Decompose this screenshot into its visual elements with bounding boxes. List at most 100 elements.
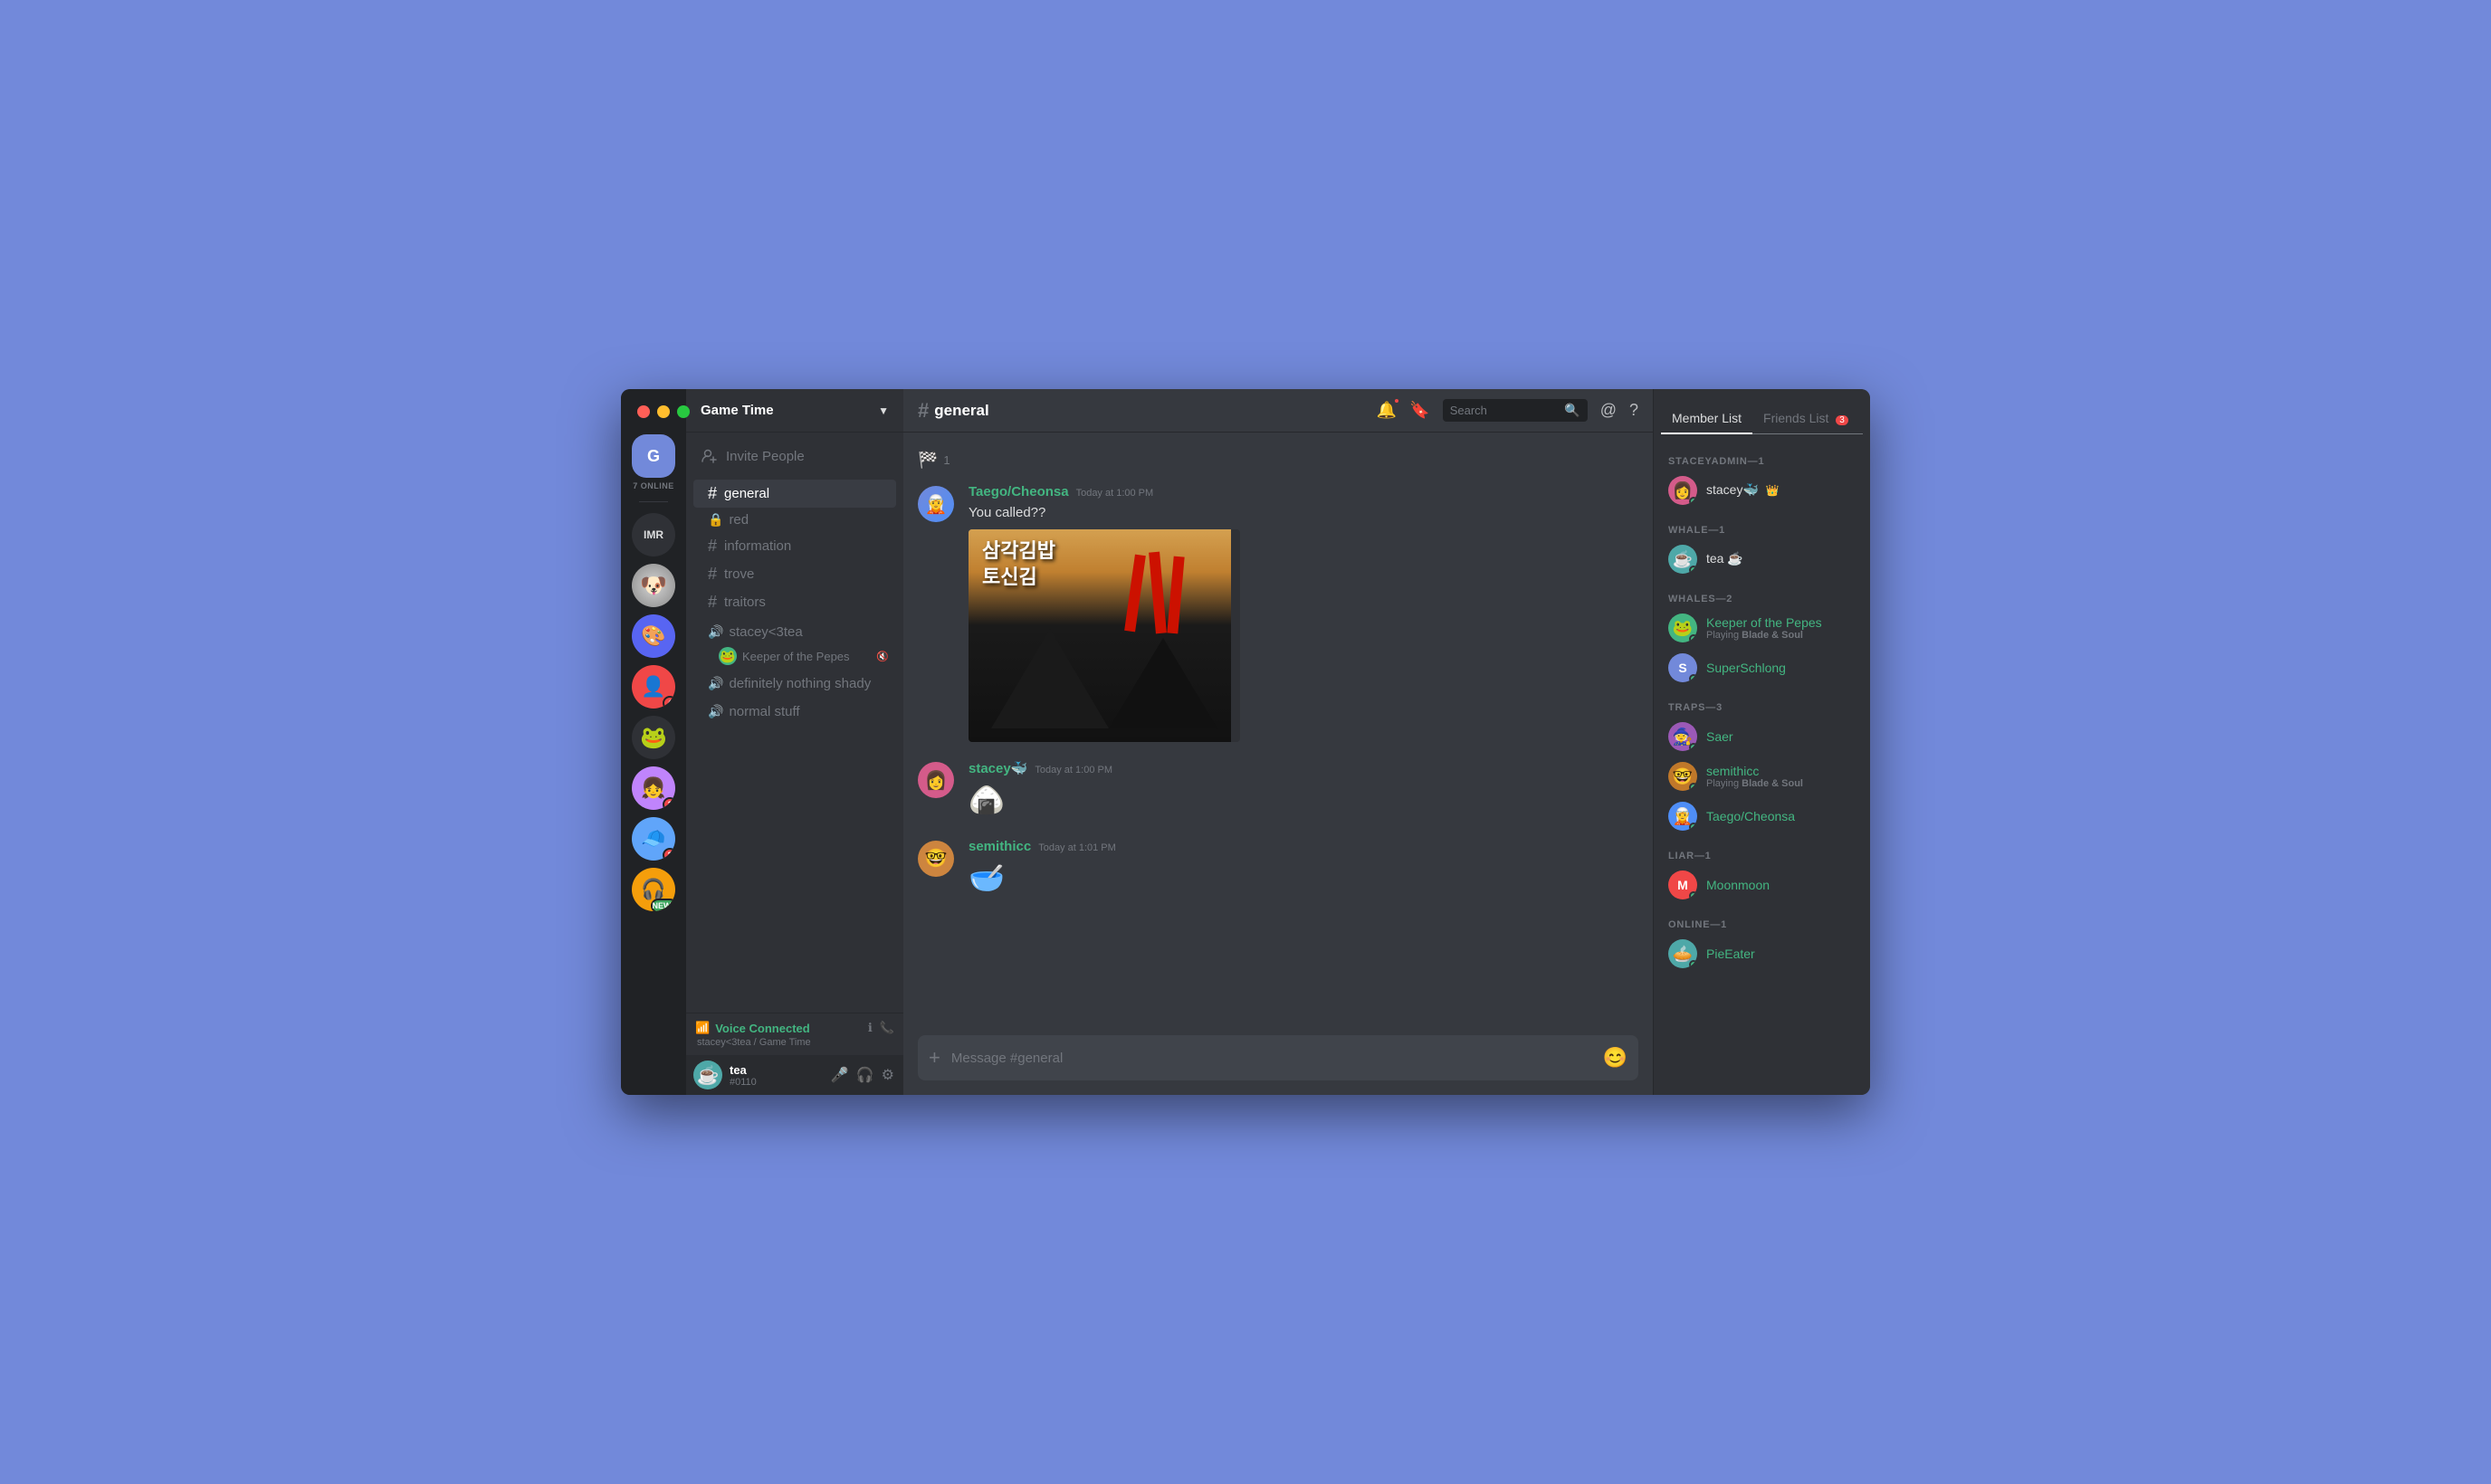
tab-member-list[interactable]: Member List bbox=[1661, 404, 1752, 434]
member-item-semithicc[interactable]: 🤓 semithicc Playing Blade & Soul bbox=[1661, 756, 1863, 796]
invite-icon bbox=[701, 447, 719, 465]
channel-voice-icon: 🔊 bbox=[708, 624, 723, 640]
channel-hash-icon: # bbox=[708, 537, 717, 556]
message-author-1[interactable]: Taego/Cheonsa bbox=[969, 484, 1069, 499]
member-info-moonmoon: Moonmoon bbox=[1706, 878, 1856, 892]
member-status-moonmoon bbox=[1689, 891, 1697, 899]
user-bar-actions: 🎤 🎧 ⚙ bbox=[829, 1064, 896, 1086]
search-icon: 🔍 bbox=[1564, 403, 1580, 418]
server-name: Game Time bbox=[701, 403, 774, 418]
server-icon-pepe[interactable]: 🐸 bbox=[632, 716, 675, 759]
member-item-moonmoon[interactable]: M Moonmoon bbox=[1661, 865, 1863, 905]
channel-item-definitely[interactable]: 🔊 definitely nothing shady bbox=[693, 671, 896, 696]
channel-item-normalstuff[interactable]: 🔊 normal stuff bbox=[693, 699, 896, 724]
invite-people-button[interactable]: Invite People bbox=[686, 440, 903, 472]
friends-badge: 3 bbox=[1836, 415, 1848, 425]
server-divider bbox=[639, 501, 668, 502]
member-status-tea bbox=[1689, 566, 1697, 574]
voice-member-avatar: 🐸 bbox=[719, 647, 737, 665]
message-emoji-3: 🥣 bbox=[969, 858, 1638, 899]
member-group-whale1: WHALE—1 bbox=[1661, 518, 1863, 539]
message-author-2[interactable]: stacey🐳 bbox=[969, 760, 1027, 776]
headphones-button[interactable]: 🎧 bbox=[854, 1064, 876, 1086]
message-author-3[interactable]: semithicc bbox=[969, 839, 1031, 854]
voice-member-item[interactable]: 🐸 Keeper of the Pepes 🔇 bbox=[686, 644, 903, 668]
member-status-superschlong bbox=[1689, 674, 1697, 682]
member-avatar-pieeater: 🥧 bbox=[1668, 939, 1697, 968]
server-icon-s4[interactable]: 👤 4 bbox=[632, 665, 675, 709]
maximize-button[interactable] bbox=[677, 405, 690, 418]
server-header[interactable]: Game Time ▼ bbox=[686, 389, 903, 433]
minimize-button[interactable] bbox=[657, 405, 670, 418]
channel-item-traitors[interactable]: # traitors bbox=[693, 588, 896, 616]
member-name-superschlong: SuperSchlong bbox=[1706, 661, 1856, 675]
member-avatar-semithicc: 🤓 bbox=[1668, 762, 1697, 791]
server-icon-cartoon[interactable]: 🎨 bbox=[632, 614, 675, 658]
user-info: tea #0110 bbox=[730, 1063, 822, 1088]
top-reaction: 🏁 1 bbox=[903, 447, 1653, 480]
member-item-tea[interactable]: ☕ tea ☕ bbox=[1661, 539, 1863, 579]
voice-connected-channel: stacey<3tea / Game Time bbox=[695, 1037, 894, 1048]
voice-connected-label: Voice Connected bbox=[715, 1022, 810, 1035]
user-name: tea bbox=[730, 1063, 822, 1077]
crown-icon: 👑 bbox=[1766, 484, 1780, 497]
channel-item-red[interactable]: 🔒 red bbox=[693, 508, 896, 532]
member-info-superschlong: SuperSchlong bbox=[1706, 661, 1856, 675]
bookmark-icon[interactable]: 🔖 bbox=[1409, 401, 1429, 420]
member-item-stacey[interactable]: 👩 stacey🐳 👑 bbox=[1661, 471, 1863, 510]
member-group-online: ONLINE—1 bbox=[1661, 912, 1863, 934]
voice-connected-top: 📶 Voice Connected ℹ 📞 bbox=[695, 1021, 894, 1035]
channel-item-information[interactable]: # information bbox=[693, 532, 896, 560]
channel-item-stacey3tea[interactable]: 🔊 stacey<3tea bbox=[693, 620, 896, 644]
server-icon-dog[interactable]: 🐶 bbox=[632, 564, 675, 607]
member-item-saer[interactable]: 🧙 Saer bbox=[1661, 717, 1863, 756]
server-icon-headphones[interactable]: 🎧 NEW↓ bbox=[632, 868, 675, 911]
member-item-superschlong[interactable]: S SuperSchlong bbox=[1661, 648, 1863, 688]
help-icon[interactable]: ? bbox=[1629, 401, 1638, 420]
message-item: 🤓 semithicc Today at 1:01 PM 🥣 bbox=[903, 835, 1653, 902]
server-badge-2: 2 bbox=[663, 848, 675, 861]
notification-badge bbox=[1393, 397, 1400, 404]
mic-button[interactable]: 🎤 bbox=[829, 1064, 851, 1086]
add-file-button[interactable]: + bbox=[929, 1035, 940, 1080]
tab-friends-list[interactable]: Friends List 3 bbox=[1752, 404, 1859, 433]
server-icon-imr[interactable]: IMR bbox=[632, 513, 675, 556]
member-activity-keeper: Playing Blade & Soul bbox=[1706, 630, 1856, 641]
message-item: 🧝 Taego/Cheonsa Today at 1:00 PM You cal… bbox=[903, 480, 1653, 746]
app-window: G 7 ONLINE IMR 🐶 🎨 👤 4 🐸 👧 bbox=[621, 389, 1870, 1095]
search-bar[interactable]: Search 🔍 bbox=[1443, 399, 1588, 422]
voice-connected-actions: ℹ 📞 bbox=[868, 1021, 894, 1035]
messages-container: 🏁 1 🧝 Taego/Cheonsa Today at 1:00 PM You… bbox=[903, 433, 1653, 1035]
member-status-semithicc bbox=[1689, 783, 1697, 791]
close-button[interactable] bbox=[637, 405, 650, 418]
notifications-icon[interactable]: 🔔 bbox=[1377, 401, 1397, 420]
server-icon-label: G bbox=[647, 447, 660, 466]
server-icon-girl[interactable]: 👧 1 bbox=[632, 766, 675, 810]
message-timestamp-3: Today at 1:01 PM bbox=[1038, 842, 1116, 853]
member-item-pieeater[interactable]: 🥧 PieEater bbox=[1661, 934, 1863, 974]
message-header-1: Taego/Cheonsa Today at 1:00 PM bbox=[969, 484, 1638, 499]
settings-button[interactable]: ⚙ bbox=[880, 1064, 896, 1086]
channel-lock-icon: 🔒 bbox=[708, 512, 723, 528]
channel-hash-icon: # bbox=[708, 593, 717, 612]
mention-icon[interactable]: @ bbox=[1600, 401, 1617, 420]
member-status-stacey bbox=[1689, 497, 1697, 505]
channel-sidebar: Game Time ▼ Invite People # bbox=[686, 389, 903, 1095]
member-item-keeper[interactable]: 🐸 Keeper of the Pepes Playing Blade & So… bbox=[1661, 608, 1863, 648]
message-input[interactable] bbox=[951, 1040, 1592, 1077]
channel-item-general[interactable]: # general bbox=[693, 480, 896, 508]
channel-item-trove[interactable]: # trove bbox=[693, 560, 896, 588]
member-name-semithicc: semithicc bbox=[1706, 764, 1856, 778]
search-placeholder: Search bbox=[1450, 404, 1560, 417]
member-avatar-saer: 🧙 bbox=[1668, 722, 1697, 751]
member-avatar-keeper: 🐸 bbox=[1668, 614, 1697, 642]
member-info-saer: Saer bbox=[1706, 729, 1856, 744]
voice-disconnect-icon[interactable]: 📞 bbox=[880, 1021, 894, 1035]
emoji-button[interactable]: 😊 bbox=[1603, 1046, 1627, 1070]
server-icon-char[interactable]: 🧢 2 bbox=[632, 817, 675, 861]
member-avatar-stacey: 👩 bbox=[1668, 476, 1697, 505]
server-icon-gametime[interactable]: G bbox=[632, 434, 675, 478]
member-item-taego[interactable]: 🧝 Taego/Cheonsa bbox=[1661, 796, 1863, 836]
message-avatar-taego: 🧝 bbox=[918, 486, 954, 522]
voice-info-icon[interactable]: ℹ bbox=[868, 1021, 873, 1035]
